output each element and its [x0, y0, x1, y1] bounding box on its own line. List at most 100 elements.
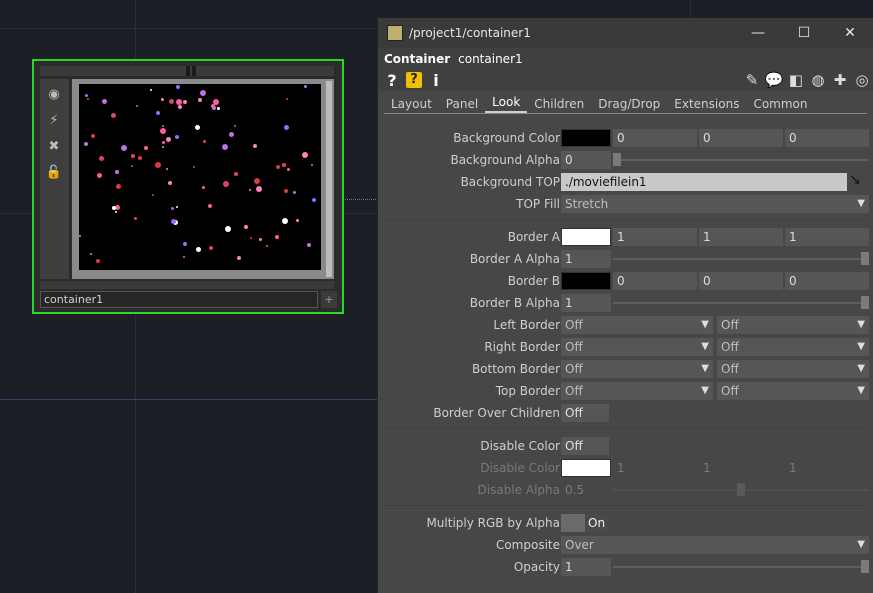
value-field-g[interactable]: 1 [699, 228, 783, 246]
chevron-down-icon: ▼ [701, 363, 709, 374]
particle [217, 107, 220, 110]
particle [136, 105, 138, 107]
value-field-r[interactable]: 0 [613, 272, 697, 290]
value-field-g[interactable]: 0 [699, 272, 783, 290]
operator-type: Container [384, 51, 451, 66]
slider-track[interactable] [613, 159, 869, 161]
comment-icon[interactable]: 💬 [763, 71, 785, 89]
param-border-b: Border B 0 0 0 [378, 271, 873, 291]
value-field-b[interactable]: 0 [785, 129, 869, 147]
add-icon[interactable]: ✚ [829, 71, 851, 89]
particle [84, 142, 88, 146]
tab-panel[interactable]: Panel [439, 95, 485, 113]
particle [79, 235, 81, 237]
param-label: Composite [495, 538, 560, 552]
color-swatch[interactable] [561, 272, 611, 290]
dropdown[interactable]: Off ▼ [717, 316, 869, 334]
particle [284, 189, 288, 193]
particle [282, 218, 288, 224]
operator-bar: Container container1 [378, 48, 873, 69]
param-label: Border A Alpha [469, 252, 560, 266]
slider-knob[interactable] [861, 296, 869, 309]
particle [275, 235, 279, 239]
close-window-button[interactable]: ✕ [827, 25, 873, 41]
param-multiply-rgb-by-alpha: Multiply RGB by Alpha On [378, 513, 873, 533]
value-field[interactable]: 0 [561, 151, 611, 169]
slider-knob[interactable] [861, 560, 869, 573]
viewer-rail [326, 81, 332, 277]
dropdown[interactable]: Off ▼ [717, 360, 869, 378]
dropdown[interactable]: Off ▼ [561, 360, 713, 378]
toggle-off[interactable]: Off [561, 437, 609, 455]
value-field-r[interactable]: 1 [613, 228, 697, 246]
value-field[interactable]: 1 [561, 250, 611, 268]
dropdown[interactable]: Over ▼ [561, 536, 869, 554]
container-node[interactable]: ◉ ⚡ ✖ 🔓 container1 + [32, 59, 344, 314]
dropdown[interactable]: Off ▼ [717, 382, 869, 400]
slider-knob[interactable] [861, 252, 869, 265]
toggle-off[interactable]: Off [561, 404, 609, 422]
particle [176, 206, 178, 208]
info-icon[interactable]: i [428, 71, 444, 90]
dropdown[interactable]: Off ▼ [561, 316, 713, 334]
value-field-b[interactable]: 0 [785, 272, 869, 290]
color-swatch[interactable] [561, 228, 611, 246]
tab-extensions[interactable]: Extensions [667, 95, 746, 113]
edit-icon[interactable]: ✎ [741, 71, 763, 89]
target-icon[interactable]: ◎ [851, 71, 873, 89]
value-field[interactable]: 1 [561, 294, 611, 312]
param-top-border: Top Border Off ▼ Off ▼ [378, 381, 873, 401]
particle [176, 99, 182, 105]
particle [237, 256, 241, 260]
tab-common[interactable]: Common [746, 95, 814, 113]
particle [229, 132, 234, 137]
param-left-border: Left Border Off ▼ Off ▼ [378, 315, 873, 335]
path-field[interactable]: ./moviefilein1 [561, 173, 847, 191]
viewer-icon[interactable]: ◉ [43, 83, 65, 105]
color-swatch[interactable] [561, 129, 611, 147]
chevron-down-icon: ▼ [857, 363, 865, 374]
toggle-on[interactable]: On [561, 514, 609, 532]
dropdown[interactable]: Off ▼ [561, 382, 713, 400]
particle [225, 226, 231, 232]
node-name-field[interactable]: container1 [40, 291, 318, 308]
pulse-icon[interactable]: ⚡ [43, 109, 65, 131]
value-field[interactable]: 1 [561, 558, 611, 576]
minimize-button[interactable]: — [735, 25, 781, 41]
tab-layout[interactable]: Layout [384, 95, 439, 113]
particle [169, 99, 174, 104]
slider-track[interactable] [613, 258, 869, 260]
drag-arrow-icon[interactable]: ↘ [849, 172, 867, 192]
divider [384, 219, 868, 220]
close-icon[interactable]: ✖ [43, 135, 65, 157]
particle [284, 125, 289, 130]
particle [249, 189, 251, 191]
chevron-down-icon: ▼ [701, 319, 709, 330]
particle [198, 98, 202, 102]
particle [156, 111, 160, 115]
slider-track[interactable] [613, 302, 869, 304]
operator-name[interactable]: container1 [458, 52, 523, 66]
chevron-down-icon: ▼ [701, 385, 709, 396]
particle [121, 145, 127, 151]
particle [99, 156, 104, 161]
slider-track[interactable] [613, 566, 869, 568]
particle [90, 253, 92, 255]
tab-children[interactable]: Children [527, 95, 591, 113]
value-field-b[interactable]: 1 [785, 228, 869, 246]
value-field-r[interactable]: 0 [613, 129, 697, 147]
node-plus-button[interactable]: + [321, 291, 337, 308]
clone-icon[interactable]: ◧ [785, 71, 807, 89]
value-field-g[interactable]: 0 [699, 129, 783, 147]
dropdown[interactable]: Stretch ▼ [561, 195, 869, 213]
tab-drag-drop[interactable]: Drag/Drop [591, 95, 667, 113]
python-icon[interactable]: ◍ [807, 71, 829, 89]
dropdown[interactable]: Off ▼ [717, 338, 869, 356]
python-help-icon[interactable]: ? [406, 72, 422, 88]
dropdown[interactable]: Off ▼ [561, 338, 713, 356]
help-icon[interactable]: ? [384, 71, 400, 90]
slider-knob[interactable] [613, 153, 621, 166]
tab-look[interactable]: Look [485, 93, 528, 113]
maximize-button[interactable]: ☐ [781, 25, 827, 41]
lock-icon[interactable]: 🔓 [43, 161, 65, 183]
